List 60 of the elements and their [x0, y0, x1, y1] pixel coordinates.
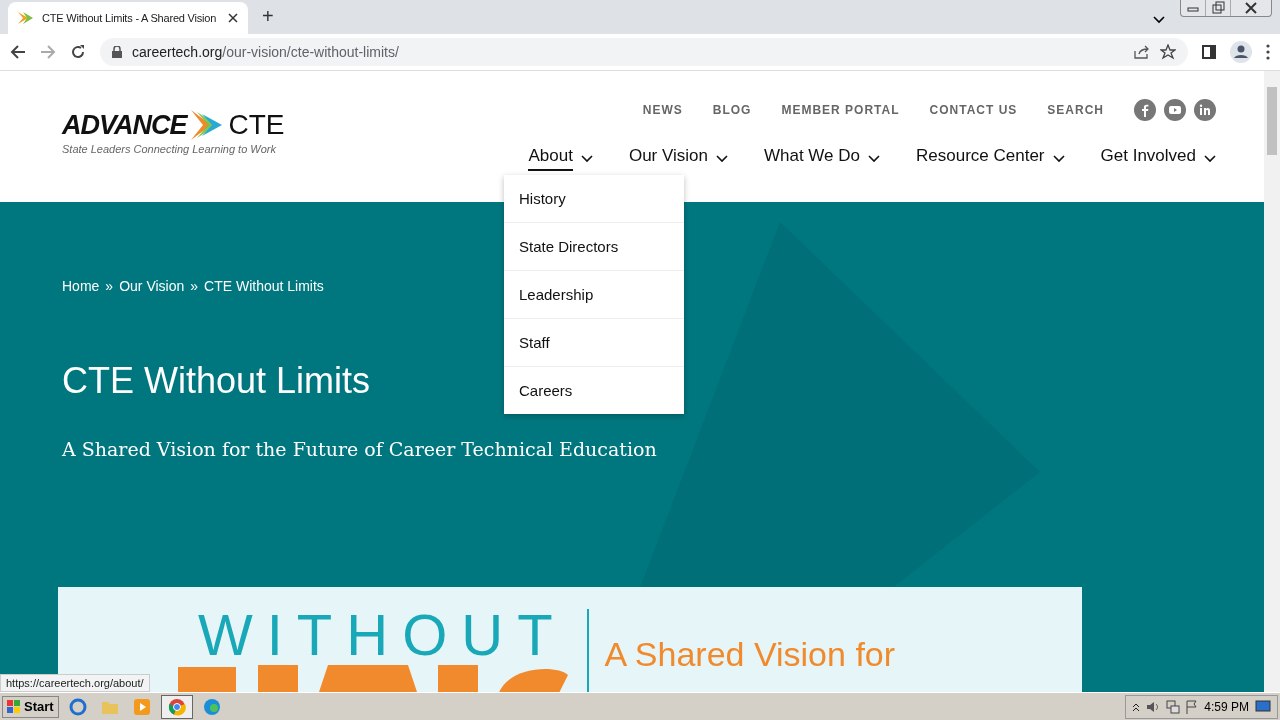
- dropdown-item[interactable]: State Directors: [504, 222, 684, 270]
- dropdown-item[interactable]: Staff: [504, 318, 684, 366]
- close-icon[interactable]: [228, 13, 238, 23]
- share-icon[interactable]: [1134, 45, 1150, 59]
- speaker-icon[interactable]: [1146, 699, 1161, 714]
- chevron-up-icon[interactable]: [1132, 701, 1141, 712]
- chevron-down-icon: [1052, 154, 1065, 163]
- logo-tagline: State Leaders Connecting Learning to Work: [62, 143, 278, 155]
- banner-heading: WITHOUT: [198, 601, 567, 661]
- nav-menu-item[interactable]: Our Vision: [628, 146, 728, 177]
- utility-link[interactable]: CONTACT US: [929, 103, 1018, 117]
- nav-menu-item[interactable]: Resource Center: [916, 146, 1065, 177]
- page-title: CTE Without Limits: [62, 360, 371, 402]
- banner-tagline: A Shared Vision for: [604, 635, 896, 675]
- browser-tab[interactable]: CTE Without Limits - A Shared Vision: [8, 2, 248, 34]
- menu-icon[interactable]: [1266, 44, 1270, 60]
- utility-link[interactable]: SEARCH: [1047, 103, 1104, 117]
- chevron-logo-icon: [188, 110, 223, 140]
- dropdown-item[interactable]: Careers: [504, 366, 684, 414]
- new-tab-button[interactable]: +: [262, 5, 274, 28]
- clock[interactable]: 4:59 PM: [1204, 699, 1249, 714]
- breadcrumb-link[interactable]: Our Vision: [119, 278, 185, 294]
- start-button[interactable]: Start: [2, 695, 59, 718]
- chevron-down-icon: [868, 154, 881, 163]
- breadcrumb-separator: »: [190, 278, 199, 294]
- reload-icon[interactable]: [70, 44, 86, 60]
- scrollbar[interactable]: [1264, 71, 1280, 692]
- breadcrumb-current: CTE Without Limits: [204, 278, 324, 294]
- logo-wordmark[interactable]: ADVANCE: [62, 109, 187, 141]
- utility-link[interactable]: MEMBER PORTAL: [781, 103, 900, 117]
- chevron-down-icon: [1204, 154, 1216, 163]
- chevron-down-icon: [715, 154, 728, 163]
- page-subtitle: A Shared Vision for the Future of Career Technical Education: [62, 438, 658, 460]
- network-icon[interactable]: [1166, 699, 1181, 714]
- utility-link[interactable]: BLOG: [712, 103, 752, 117]
- desktop-icon[interactable]: [1255, 699, 1271, 714]
- dropdown-item[interactable]: Leadership: [504, 270, 684, 318]
- utility-link[interactable]: NEWS: [642, 103, 683, 117]
- chevron-logo-icon: [18, 12, 34, 24]
- address-bar[interactable]: careertech.org/our-vision/cte-without-limits/: [100, 38, 1188, 66]
- star-icon[interactable]: [1160, 44, 1176, 60]
- profile-icon[interactable]: [1230, 41, 1252, 63]
- breadcrumb-link[interactable]: Home: [62, 278, 100, 294]
- logo-suffix[interactable]: CTE: [228, 109, 285, 141]
- youtube-icon[interactable]: [1164, 99, 1186, 121]
- link-status-url: https://careertech.org/about/: [0, 674, 150, 692]
- facebook-icon[interactable]: [1134, 99, 1156, 121]
- side-panel-icon[interactable]: [1202, 45, 1216, 59]
- dropdown-item[interactable]: History: [504, 175, 684, 222]
- nav-menu-item[interactable]: Get Involved: [1100, 146, 1216, 177]
- tab-list-icon: [1153, 16, 1165, 24]
- nav-menu-item[interactable]: What We Do: [763, 146, 881, 177]
- linkedin-icon[interactable]: [1194, 99, 1216, 121]
- chevron-down-icon: [580, 154, 593, 163]
- lock-icon: [112, 46, 122, 58]
- breadcrumb-separator: »: [105, 278, 114, 294]
- flag-icon[interactable]: [1186, 699, 1199, 714]
- back-arrow-icon[interactable]: [10, 44, 26, 60]
- chrome-icon[interactable]: [167, 697, 186, 716]
- windows-logo-icon: [7, 699, 21, 714]
